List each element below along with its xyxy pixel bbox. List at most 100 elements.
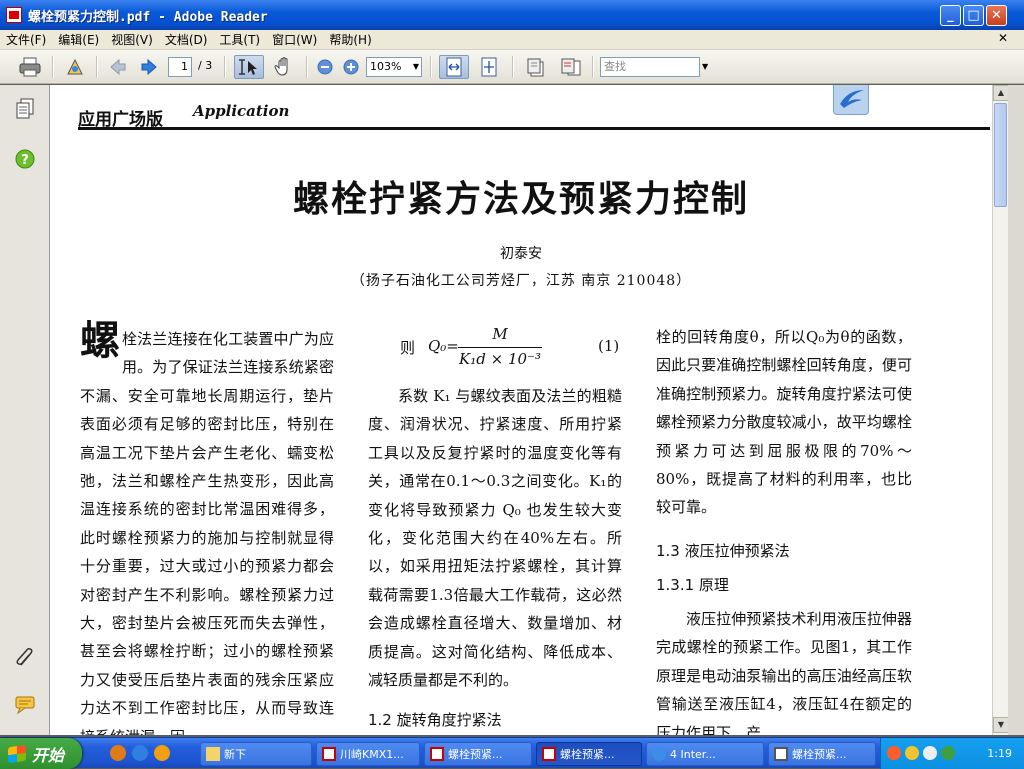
column-1-text: 栓法兰连接在化工装置中广为应用。为了保证法兰连接系统紧密不漏、安全可靠地长周期运… bbox=[80, 330, 334, 735]
page-number-input[interactable]: 1 bbox=[168, 57, 192, 77]
quicklaunch-browser-icon[interactable] bbox=[154, 745, 170, 761]
ie-icon bbox=[652, 747, 666, 761]
formula-number: (1) bbox=[598, 337, 620, 355]
system-tray: 1:19 bbox=[880, 738, 1024, 769]
zoom-level-select[interactable]: 103% ▼ bbox=[366, 57, 422, 77]
task-pdf-2[interactable]: 螺栓预紧... bbox=[424, 742, 532, 766]
journal-section-en: Application bbox=[193, 102, 290, 120]
menu-window[interactable]: 窗口(W) bbox=[266, 31, 323, 48]
hand-icon bbox=[274, 57, 288, 76]
vertical-scrollbar[interactable]: ▲ ▼ bbox=[992, 85, 1009, 735]
document-view[interactable]: 应用广场版 Application 螺栓拧紧方法及预紧力控制 初泰安 （扬子石油… bbox=[50, 85, 992, 735]
clock: 1:19 bbox=[987, 747, 1012, 760]
paperclip-icon bbox=[16, 648, 33, 666]
minimize-button[interactable]: _ bbox=[940, 5, 961, 26]
pages-panel-button[interactable] bbox=[13, 97, 37, 121]
svg-text:?: ? bbox=[21, 153, 29, 168]
close-button[interactable]: ✕ bbox=[986, 5, 1007, 26]
text-select-icon bbox=[239, 59, 257, 75]
pdf-app-icon bbox=[6, 7, 22, 23]
formula-fraction-bar bbox=[458, 347, 542, 348]
menu-help[interactable]: 帮助(H) bbox=[323, 31, 377, 48]
task-app[interactable]: 螺栓预紧... bbox=[768, 742, 876, 766]
menu-tools[interactable]: 工具(T) bbox=[213, 31, 266, 48]
tray-user-icon[interactable] bbox=[905, 746, 919, 760]
adobe-reader-window: 螺栓预紧力控制.pdf - Adobe Reader _ □ ✕ 文件(F) 编… bbox=[0, 0, 1024, 769]
scroll-down-icon[interactable]: ▼ bbox=[993, 717, 1009, 733]
hand-tool-button[interactable] bbox=[270, 55, 298, 79]
pdf-icon bbox=[542, 747, 556, 761]
next-page-button[interactable] bbox=[137, 55, 161, 79]
color-picker-icon bbox=[67, 58, 83, 75]
fit-page-icon bbox=[481, 57, 497, 77]
article-title: 螺栓拧紧方法及预紧力控制 bbox=[292, 179, 749, 220]
section-1-3-heading: 1.3 液压拉伸预紧法 bbox=[656, 542, 790, 560]
previous-page-button[interactable] bbox=[106, 55, 130, 79]
document-close-icon[interactable]: ✕ bbox=[998, 31, 1008, 45]
search-input[interactable]: 查找 bbox=[600, 57, 700, 77]
pdf-icon bbox=[430, 747, 444, 761]
document-icon bbox=[774, 747, 788, 761]
rotate-button[interactable] bbox=[522, 55, 550, 79]
scroll-up-icon[interactable]: ▲ bbox=[993, 85, 1009, 101]
printer-icon bbox=[19, 57, 41, 77]
quicklaunch-ie-icon[interactable] bbox=[132, 745, 148, 761]
zoom-out-button[interactable] bbox=[314, 55, 336, 79]
windows-logo-icon bbox=[8, 744, 26, 763]
maximize-button[interactable]: □ bbox=[963, 5, 984, 26]
task-internet-explorer[interactable]: 4 Inter... bbox=[646, 742, 764, 766]
toolbar: 1 / 3 103% ▼ 查找 ▼ bbox=[0, 50, 1024, 84]
arrow-right-icon bbox=[141, 58, 157, 76]
search-dropdown-icon[interactable]: ▼ bbox=[702, 62, 708, 71]
quicklaunch-app-icon[interactable] bbox=[110, 745, 126, 761]
formula-prefix: 则 bbox=[400, 339, 416, 357]
column-3: 栓的回转角度θ，所以Q₀为θ的函数，因此只要准确控制螺栓回转角度，便可准确控制预… bbox=[656, 328, 912, 517]
select-tool-button[interactable] bbox=[234, 55, 264, 79]
scroll-thumb[interactable] bbox=[994, 103, 1007, 207]
zoom-out-icon bbox=[317, 59, 333, 75]
tray-ime-icon[interactable] bbox=[887, 746, 901, 760]
folder-icon bbox=[206, 747, 220, 761]
task-pdf-1[interactable]: 川崎KMX1... bbox=[316, 742, 420, 766]
start-button[interactable]: 开始 bbox=[0, 738, 82, 769]
comment-icon bbox=[15, 696, 35, 715]
right-gutter bbox=[1008, 85, 1024, 735]
help-button[interactable]: ? bbox=[13, 147, 37, 171]
formula-numerator: M bbox=[492, 325, 508, 343]
pdf-page: 应用广场版 Application 螺栓拧紧方法及预紧力控制 初泰安 （扬子石油… bbox=[50, 85, 992, 735]
attachments-button[interactable] bbox=[13, 645, 37, 669]
start-label: 开始 bbox=[32, 745, 65, 765]
print-button[interactable] bbox=[16, 55, 44, 79]
header-rule bbox=[78, 127, 990, 130]
column-2: 系数 K₁ 与螺纹表面及法兰的粗糙度、润滑状况、拧紧速度、所用拧紧工具以及反复拧… bbox=[368, 387, 622, 690]
menu-document[interactable]: 文档(D) bbox=[159, 31, 214, 48]
pages-icon bbox=[561, 58, 581, 76]
reader-logo-icon[interactable] bbox=[833, 85, 869, 115]
fit-width-icon bbox=[446, 57, 462, 77]
formula-denominator: K₁d × 10⁻³ bbox=[459, 350, 541, 368]
article-author: 初泰安 bbox=[500, 246, 542, 262]
help-icon: ? bbox=[15, 149, 35, 169]
window-title: 螺栓预紧力控制.pdf - Adobe Reader bbox=[28, 9, 268, 25]
fit-width-button[interactable] bbox=[439, 55, 469, 79]
page-total-label: / 3 bbox=[198, 59, 213, 72]
menu-edit[interactable]: 编辑(E) bbox=[52, 31, 105, 48]
menu-file[interactable]: 文件(F) bbox=[0, 31, 52, 48]
tray-volume-icon[interactable] bbox=[941, 746, 955, 760]
menu-view[interactable]: 视图(V) bbox=[105, 31, 159, 48]
article-affiliation: （扬子石油化工公司芳烃厂，江苏 南京 210048） bbox=[350, 273, 692, 289]
column-3-paragraph-2: 液压拉伸预紧技术利用液压拉伸器完成螺栓的预紧工作。见图1，其工作原理是电动油泵输… bbox=[656, 610, 912, 735]
task-pdf-active[interactable]: 螺栓预紧... bbox=[536, 742, 642, 766]
fit-page-button[interactable] bbox=[474, 55, 504, 79]
tray-network-icon[interactable] bbox=[923, 746, 937, 760]
organizer-button[interactable] bbox=[62, 55, 88, 79]
zoom-in-button[interactable] bbox=[340, 55, 362, 79]
drop-cap: 螺 bbox=[80, 318, 120, 364]
comments-button[interactable] bbox=[13, 693, 37, 717]
title-bar[interactable]: 螺栓预紧力控制.pdf - Adobe Reader _ □ ✕ bbox=[0, 0, 1024, 30]
task-folder[interactable]: 新下 bbox=[200, 742, 312, 766]
document-pages-icon bbox=[16, 98, 34, 119]
pages-button[interactable] bbox=[556, 55, 586, 79]
taskbar: 开始 新下 川崎KMX1... 螺栓预紧... 螺栓预紧... 4 Inter.… bbox=[0, 737, 1024, 769]
arrow-left-icon bbox=[110, 58, 126, 76]
